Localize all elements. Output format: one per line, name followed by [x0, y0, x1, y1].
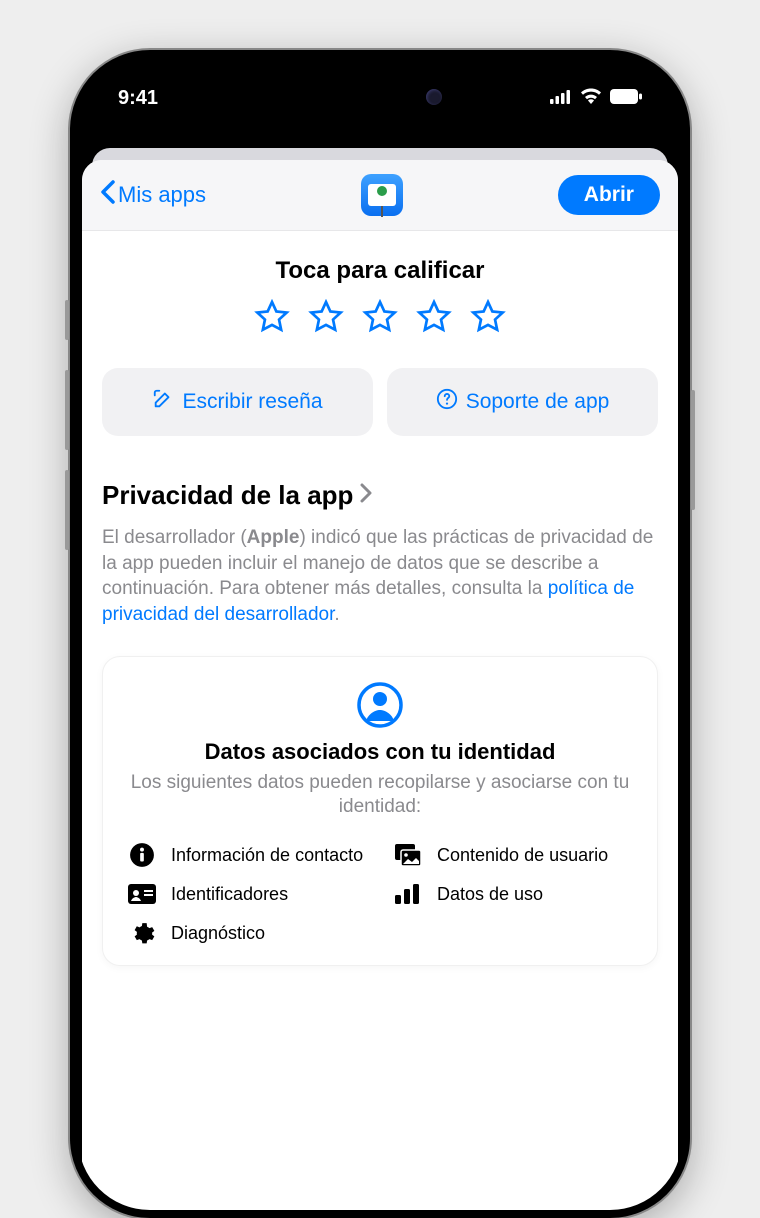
action-row: Escribir reseña Soporte de app [102, 368, 658, 436]
star-2[interactable] [308, 299, 344, 340]
power-button [691, 390, 695, 510]
privacy-header[interactable]: Privacidad de la app [102, 480, 658, 511]
privacy-text-1: El desarrollador ( [102, 527, 247, 548]
volume-down [65, 470, 69, 550]
data-user-content-label: Contenido de usuario [437, 845, 608, 866]
data-contact-label: Información de contacto [171, 845, 363, 866]
back-button[interactable]: Mis apps [100, 180, 206, 210]
id-card-icon [127, 884, 157, 904]
dynamic-island [300, 76, 460, 118]
data-usage: Datos de uso [393, 884, 633, 905]
compose-icon [152, 388, 174, 416]
volume-up [65, 370, 69, 450]
data-diagnostics-label: Diagnóstico [171, 923, 265, 944]
battery-icon [610, 87, 642, 110]
chevron-right-icon [359, 483, 373, 508]
data-diagnostics: Diagnóstico [127, 921, 367, 947]
data-user-content: Contenido de usuario [393, 842, 633, 868]
app-support-button[interactable]: Soporte de app [387, 368, 658, 436]
star-3[interactable] [362, 299, 398, 340]
data-identifiers: Identificadores [127, 884, 367, 905]
rating-stars [102, 299, 658, 340]
nav-bar: Mis apps Abrir [82, 160, 678, 231]
star-4[interactable] [416, 299, 452, 340]
card-subtitle: Los siguientes datos pueden recopilarse … [127, 771, 633, 820]
wifi-icon [580, 87, 602, 110]
rating-section: Toca para calificar [102, 257, 658, 340]
photos-icon [393, 843, 423, 867]
person-circle-icon [127, 681, 633, 729]
write-review-button[interactable]: Escribir reseña [102, 368, 373, 436]
status-time: 9:41 [118, 87, 158, 110]
privacy-card: Datos asociados con tu identidad Los sig… [102, 656, 658, 966]
write-review-label: Escribir reseña [182, 390, 322, 414]
cellular-icon [550, 87, 572, 110]
data-identifiers-label: Identificadores [171, 884, 288, 905]
phone-frame: 9:41 Mis apps [70, 50, 690, 1218]
app-icon-keynote [361, 174, 403, 216]
info-icon [127, 842, 157, 868]
open-button[interactable]: Abrir [558, 175, 660, 215]
app-store-sheet: Mis apps Abrir Toca para calificar [82, 160, 678, 1210]
card-title: Datos asociados con tu identidad [127, 739, 633, 765]
privacy-title: Privacidad de la app [102, 480, 353, 511]
silent-switch [65, 300, 69, 340]
chevron-left-icon [100, 180, 116, 210]
app-support-label: Soporte de app [466, 390, 610, 414]
data-grid: Información de contacto Contenido de usu… [127, 842, 633, 947]
star-1[interactable] [254, 299, 290, 340]
privacy-description: El desarrollador (Apple) indicó que las … [102, 525, 658, 628]
privacy-developer: Apple [247, 527, 300, 548]
data-contact: Información de contacto [127, 842, 367, 868]
rating-title: Toca para calificar [102, 257, 658, 285]
star-5[interactable] [470, 299, 506, 340]
bar-chart-icon [393, 884, 423, 904]
gear-icon [127, 921, 157, 947]
open-label: Abrir [584, 183, 634, 206]
data-usage-label: Datos de uso [437, 884, 543, 905]
back-label: Mis apps [118, 182, 206, 208]
help-icon [436, 388, 458, 416]
privacy-text-3: . [334, 604, 339, 625]
